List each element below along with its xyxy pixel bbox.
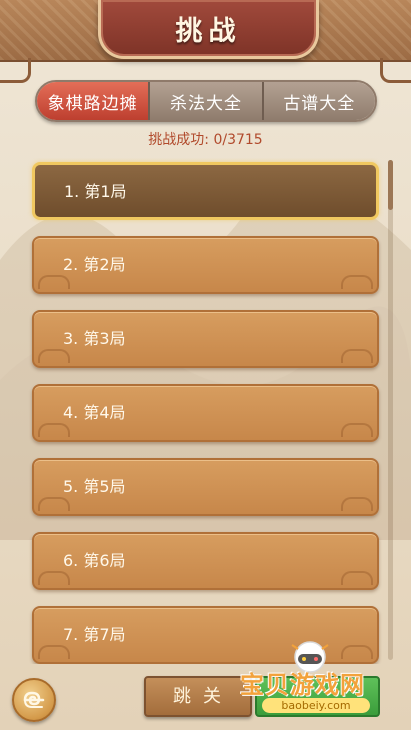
- cloud-ornament-icon: [341, 349, 373, 363]
- header-corner-left: [0, 58, 31, 83]
- level-item-5[interactable]: 5. 第5局: [32, 458, 379, 516]
- category-tabs: 象棋路边摊 杀法大全 古谱大全: [35, 80, 377, 122]
- header-pattern-left: [0, 0, 110, 60]
- challenge-progress: 挑战成功: 0/3715: [148, 132, 263, 148]
- level-item-6[interactable]: 6. 第6局: [32, 532, 379, 590]
- header-corner-right: [380, 58, 411, 83]
- level-item-4[interactable]: 4. 第4局: [32, 384, 379, 442]
- cloud-ornament-icon: [341, 497, 373, 511]
- level-item-2[interactable]: 2. 第2局: [32, 236, 379, 294]
- list-scrollbar[interactable]: [388, 160, 393, 660]
- title-plate: 挑战: [98, 0, 319, 59]
- cloud-ornament-icon: [341, 275, 373, 289]
- watermark-text: 宝贝游戏网: [240, 671, 365, 699]
- tab-checkmate-collection[interactable]: 杀法大全: [148, 82, 262, 120]
- level-label: 3. 第3局: [63, 329, 126, 348]
- level-list[interactable]: 1. 第1局 2. 第2局 3. 第3局 4. 第4局 5. 第5局 6. 第6…: [0, 158, 411, 664]
- level-label: 1. 第1局: [64, 182, 127, 201]
- back-button[interactable]: [12, 678, 56, 722]
- level-label: 4. 第4局: [63, 403, 126, 422]
- level-label: 2. 第2局: [63, 255, 126, 274]
- scrollbar-thumb[interactable]: [388, 160, 393, 210]
- watermark-url: baobeiy.com: [262, 698, 370, 713]
- tab-roadside[interactable]: 象棋路边摊: [37, 82, 149, 120]
- level-label: 6. 第6局: [63, 551, 126, 570]
- site-watermark: 宝贝游戏网 baobeiy.com: [232, 637, 392, 721]
- level-label: 7. 第7局: [63, 625, 126, 644]
- swirl-back-icon: [23, 691, 45, 708]
- level-item-1[interactable]: 1. 第1局: [32, 162, 379, 220]
- level-item-3[interactable]: 3. 第3局: [32, 310, 379, 368]
- cloud-ornament-icon: [341, 423, 373, 437]
- tab-ancient-manuals[interactable]: 古谱大全: [261, 82, 375, 120]
- page-title: 挑战: [175, 15, 242, 47]
- cloud-ornament-icon: [341, 571, 373, 585]
- level-label: 5. 第5局: [63, 477, 126, 496]
